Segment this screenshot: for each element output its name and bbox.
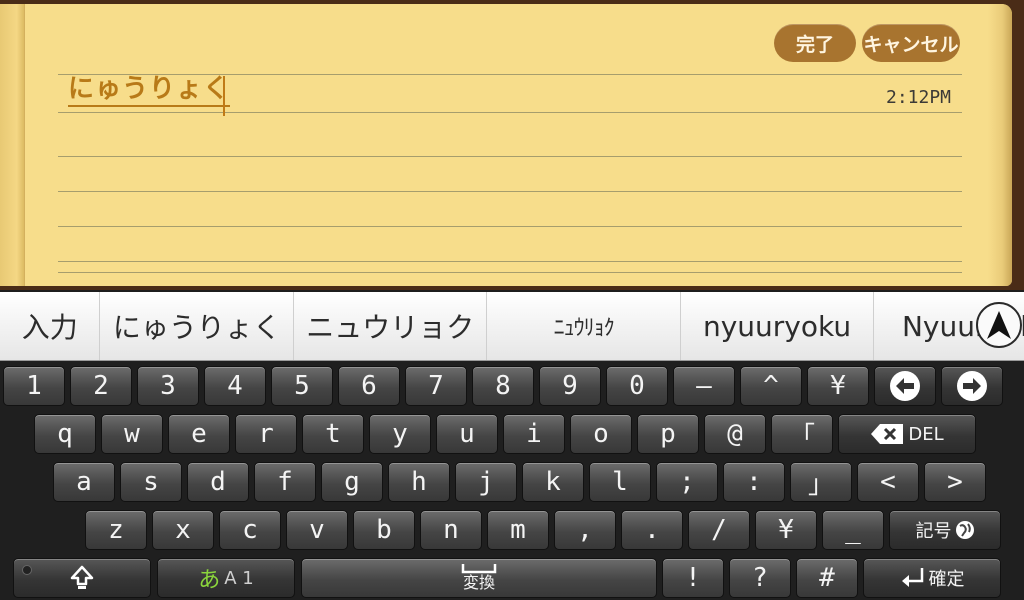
candidate-bar: 入力 にゅうりょく ニュウリョク ﾆｭｳﾘｮｸ nyuuryoku Nyuury…: [0, 292, 1024, 361]
mode-kana-label: あ: [198, 568, 221, 593]
key[interactable]: ^: [740, 366, 802, 406]
key[interactable]: >: [924, 462, 986, 502]
symbol-key[interactable]: 記号: [889, 510, 1001, 550]
key[interactable]: h: [388, 462, 450, 502]
key[interactable]: ;: [656, 462, 718, 502]
enter-return-icon: [901, 568, 923, 587]
caps-indicator: [22, 565, 32, 575]
key[interactable]: t: [302, 414, 364, 454]
arrow-left-icon: [890, 371, 920, 401]
key[interactable]: o: [570, 414, 632, 454]
key[interactable]: g: [321, 462, 383, 502]
mode-alpha-num-label: A 1: [224, 567, 254, 589]
text-caret: [223, 76, 225, 116]
key[interactable]: !: [662, 558, 724, 598]
rule-line: [58, 191, 962, 192]
key[interactable]: j: [455, 462, 517, 502]
key[interactable]: 9: [539, 366, 601, 406]
key[interactable]: w: [101, 414, 163, 454]
key[interactable]: _: [822, 510, 884, 550]
key[interactable]: ,: [554, 510, 616, 550]
symbol-key-label: 記号: [915, 521, 952, 542]
key[interactable]: u: [436, 414, 498, 454]
cursor-right-key[interactable]: [941, 366, 1003, 406]
key[interactable]: 4: [204, 366, 266, 406]
delete-key[interactable]: DEL: [838, 414, 976, 454]
key[interactable]: e: [168, 414, 230, 454]
key[interactable]: 1: [3, 366, 65, 406]
expand-candidates-button[interactable]: [976, 302, 1022, 348]
key[interactable]: s: [120, 462, 182, 502]
key[interactable]: /: [688, 510, 750, 550]
candidate-item[interactable]: 入力: [0, 292, 101, 360]
key[interactable]: k: [522, 462, 584, 502]
shift-key[interactable]: [13, 558, 151, 598]
arrow-right-icon: [957, 371, 987, 401]
candidate-item[interactable]: ニュウリョク: [294, 292, 488, 360]
key[interactable]: @: [704, 414, 766, 454]
key[interactable]: 8: [472, 366, 534, 406]
key[interactable]: m: [487, 510, 549, 550]
backspace-icon: [871, 424, 904, 444]
enter-key-label: 確定: [928, 569, 965, 590]
shift-arrow-icon: [70, 565, 94, 589]
globe-icon: [955, 521, 974, 539]
candidate-item[interactable]: にゅうりょく: [100, 292, 295, 360]
arrow-up-icon: [987, 311, 1011, 339]
rule-line: [58, 261, 962, 262]
rule-line: [58, 156, 962, 157]
key[interactable]: 0: [606, 366, 668, 406]
note-timestamp: 2:12PM: [886, 87, 952, 108]
delete-key-label: DEL: [908, 423, 944, 445]
key[interactable]: c: [219, 510, 281, 550]
space-convert-key[interactable]: 変換: [301, 558, 657, 598]
key[interactable]: a: [53, 462, 115, 502]
key[interactable]: 6: [338, 366, 400, 406]
candidate-item[interactable]: ﾆｭｳﾘｮｸ: [487, 292, 682, 360]
key[interactable]: #: [796, 558, 858, 598]
notepad-frame: 完了 キャンセル にゅうりょく 2:12PM: [0, 0, 1024, 290]
input-mode-key[interactable]: あ A 1: [157, 558, 295, 598]
cancel-button[interactable]: キャンセル: [862, 24, 960, 62]
candidate-item[interactable]: nyuuryoku: [681, 292, 874, 360]
key[interactable]: b: [353, 510, 415, 550]
key[interactable]: 2: [70, 366, 132, 406]
page-edge: [988, 4, 1012, 286]
key[interactable]: ¥: [807, 366, 869, 406]
keyboard: 1 2 3 4 5 6 7 8 9 0 — ^ ¥ q w e r t y u …: [0, 361, 1024, 600]
key[interactable]: <: [857, 462, 919, 502]
key[interactable]: y: [369, 414, 431, 454]
key[interactable]: z: [85, 510, 147, 550]
key[interactable]: ?: [729, 558, 791, 598]
rule-line: [58, 226, 962, 227]
key[interactable]: 3: [137, 366, 199, 406]
key[interactable]: l: [589, 462, 651, 502]
enter-key[interactable]: 確定: [863, 558, 1001, 598]
key[interactable]: r: [235, 414, 297, 454]
key[interactable]: x: [152, 510, 214, 550]
composing-text[interactable]: にゅうりょく: [68, 74, 231, 107]
key[interactable]: 「: [771, 414, 833, 454]
done-button[interactable]: 完了: [774, 24, 856, 62]
key[interactable]: n: [420, 510, 482, 550]
key[interactable]: 7: [405, 366, 467, 406]
key[interactable]: —: [673, 366, 735, 406]
key[interactable]: :: [723, 462, 785, 502]
cursor-left-key[interactable]: [874, 366, 936, 406]
rule-line: [58, 112, 962, 113]
key[interactable]: f: [254, 462, 316, 502]
key[interactable]: p: [637, 414, 699, 454]
key[interactable]: v: [286, 510, 348, 550]
key[interactable]: q: [34, 414, 96, 454]
notepad-page[interactable]: 完了 キャンセル にゅうりょく 2:12PM: [0, 4, 1012, 286]
key[interactable]: 5: [271, 366, 333, 406]
key[interactable]: .: [621, 510, 683, 550]
key[interactable]: i: [503, 414, 565, 454]
notepad-spine: [0, 4, 25, 286]
key[interactable]: 」: [790, 462, 852, 502]
key[interactable]: d: [187, 462, 249, 502]
rule-line: [58, 272, 962, 273]
key[interactable]: ¥: [755, 510, 817, 550]
convert-key-label: 変換: [462, 573, 495, 592]
